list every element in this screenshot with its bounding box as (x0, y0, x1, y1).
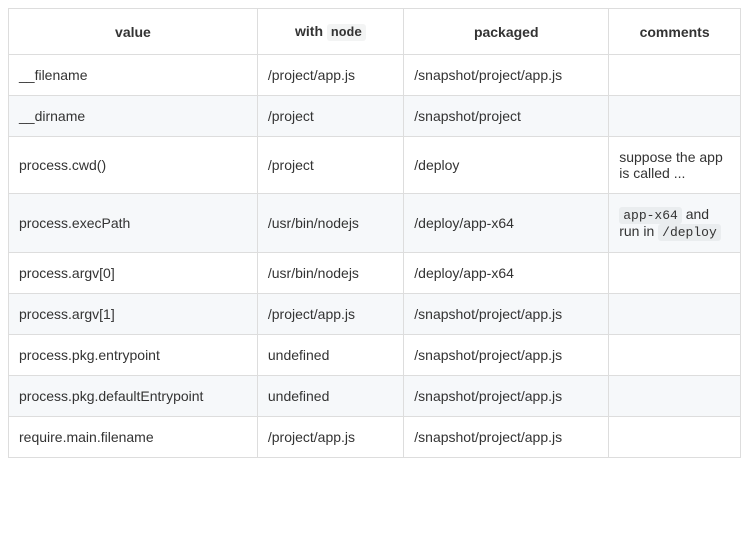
table-row: process.pkg.defaultEntrypoint undefined … (9, 376, 741, 417)
comparison-table: value with node packaged comments __file… (8, 8, 741, 458)
cell-comments (609, 335, 741, 376)
header-comments: comments (609, 9, 741, 55)
cell-with-node: /project/app.js (257, 55, 403, 96)
table-row: process.cwd() /project /deploy suppose t… (9, 137, 741, 194)
cell-packaged: /snapshot/project/app.js (404, 294, 609, 335)
cell-with-node: /usr/bin/nodejs (257, 253, 403, 294)
cell-with-node: undefined (257, 376, 403, 417)
header-packaged: packaged (404, 9, 609, 55)
cell-with-node: /usr/bin/nodejs (257, 194, 403, 253)
cell-with-node: /project (257, 96, 403, 137)
cell-comments: suppose the app is called ... (609, 137, 741, 194)
cell-packaged: /snapshot/project/app.js (404, 335, 609, 376)
table-row: require.main.filename /project/app.js /s… (9, 417, 741, 458)
cell-with-node: undefined (257, 335, 403, 376)
cell-comments (609, 417, 741, 458)
cell-value: require.main.filename (9, 417, 258, 458)
cell-value: process.pkg.entrypoint (9, 335, 258, 376)
cell-value: __filename (9, 55, 258, 96)
cell-value: process.cwd() (9, 137, 258, 194)
cell-comments (609, 96, 741, 137)
cell-with-node: /project (257, 137, 403, 194)
cell-packaged: /snapshot/project/app.js (404, 55, 609, 96)
cell-comments: app-x64 and run in /deploy (609, 194, 741, 253)
table-row: __dirname /project /snapshot/project (9, 96, 741, 137)
header-with-node: with node (257, 9, 403, 55)
comments-code: /deploy (658, 224, 721, 241)
cell-comments (609, 294, 741, 335)
table-row: process.argv[0] /usr/bin/nodejs /deploy/… (9, 253, 741, 294)
cell-value: process.pkg.defaultEntrypoint (9, 376, 258, 417)
table-row: __filename /project/app.js /snapshot/pro… (9, 55, 741, 96)
cell-comments (609, 55, 741, 96)
table-row: process.argv[1] /project/app.js /snapsho… (9, 294, 741, 335)
cell-value: process.execPath (9, 194, 258, 253)
cell-packaged: /snapshot/project/app.js (404, 417, 609, 458)
cell-value: process.argv[1] (9, 294, 258, 335)
cell-comments (609, 376, 741, 417)
cell-packaged: /deploy (404, 137, 609, 194)
header-with-node-code: node (327, 24, 366, 41)
cell-packaged: /snapshot/project/app.js (404, 376, 609, 417)
cell-with-node: /project/app.js (257, 417, 403, 458)
comments-code: app-x64 (619, 207, 682, 224)
cell-value: __dirname (9, 96, 258, 137)
cell-value: process.argv[0] (9, 253, 258, 294)
cell-with-node: /project/app.js (257, 294, 403, 335)
cell-packaged: /deploy/app-x64 (404, 253, 609, 294)
cell-comments (609, 253, 741, 294)
table-header-row: value with node packaged comments (9, 9, 741, 55)
header-value: value (9, 9, 258, 55)
cell-packaged: /deploy/app-x64 (404, 194, 609, 253)
table-row: process.execPath /usr/bin/nodejs /deploy… (9, 194, 741, 253)
table-row: process.pkg.entrypoint undefined /snapsh… (9, 335, 741, 376)
header-with-node-prefix: with (295, 23, 327, 39)
cell-packaged: /snapshot/project (404, 96, 609, 137)
